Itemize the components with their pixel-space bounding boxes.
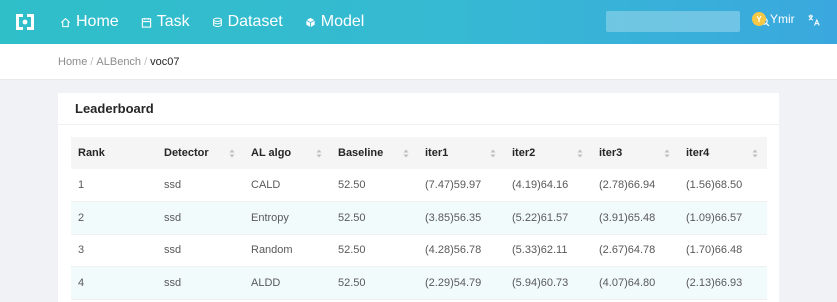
breadcrumb-separator: / <box>144 55 148 68</box>
cell-rank: 2 <box>71 201 157 235</box>
cell-detector: ssd <box>157 201 244 235</box>
cell-iter1: (3.85)56.35 <box>418 201 505 235</box>
nav-model[interactable]: Model <box>305 13 365 31</box>
sort-icon[interactable] <box>490 149 496 158</box>
top-navbar: Home Task Dataset Model Y Ymir <box>0 0 837 44</box>
user-menu[interactable]: Y Ymir <box>752 12 795 26</box>
nav-task[interactable]: Task <box>141 13 190 31</box>
nav-dataset[interactable]: Dataset <box>212 13 283 31</box>
column-header-detector[interactable]: Detector <box>157 137 244 169</box>
column-header-iter1[interactable]: iter1 <box>418 137 505 169</box>
cell-iter2: (5.94)60.73 <box>505 266 592 300</box>
sort-icon[interactable] <box>316 149 322 158</box>
search-input[interactable] <box>606 11 760 32</box>
language-switch-icon[interactable] <box>807 13 821 27</box>
cell-al-algo: Entropy <box>244 201 331 235</box>
main-nav: Home Task Dataset Model <box>60 0 364 44</box>
nav-home-label: Home <box>76 13 119 30</box>
column-header-iter3[interactable]: iter3 <box>592 137 679 169</box>
table-row: 4 ssd ALDD 52.50 (2.29)54.79 (5.94)60.73… <box>71 266 767 300</box>
table-row: 2 ssd Entropy 52.50 (3.85)56.35 (5.22)61… <box>71 201 767 235</box>
cell-iter3: (4.07)64.80 <box>592 266 679 300</box>
cell-rank: 3 <box>71 234 157 267</box>
breadcrumb-albench[interactable]: ALBench <box>96 56 141 68</box>
breadcrumb-current: voc07 <box>150 55 180 68</box>
cell-iter2: (5.22)61.57 <box>505 201 592 235</box>
breadcrumb: Home / ALBench / voc07 <box>0 44 837 80</box>
table-row: 1 ssd CALD 52.50 (7.47)59.97 (4.19)64.16… <box>71 169 767 202</box>
cell-iter1: (7.47)59.97 <box>418 169 505 202</box>
cell-rank: 1 <box>71 169 157 202</box>
task-icon <box>141 17 151 28</box>
sort-icon[interactable] <box>403 149 409 158</box>
cell-detector: ssd <box>157 234 244 267</box>
cell-iter4: (1.56)68.50 <box>679 169 767 202</box>
cell-iter1: (2.29)54.79 <box>418 266 505 300</box>
leaderboard-table: Rank Detector AL algo Baseline iter1 ite… <box>71 137 767 300</box>
sort-icon[interactable] <box>752 149 758 158</box>
column-header-al-algo[interactable]: AL algo <box>244 137 331 169</box>
dataset-icon <box>212 17 222 27</box>
cell-al-algo: CALD <box>244 169 331 202</box>
cell-al-algo: Random <box>244 234 331 267</box>
sort-icon[interactable] <box>229 149 235 158</box>
cell-iter4: (1.70)66.48 <box>679 234 767 267</box>
cell-al-algo: ALDD <box>244 266 331 300</box>
cell-iter3: (2.78)66.94 <box>592 169 679 202</box>
breadcrumb-separator: / <box>90 55 94 68</box>
cell-baseline: 52.50 <box>331 201 418 235</box>
cell-iter3: (2.67)64.78 <box>592 234 679 267</box>
cell-iter4: (1.09)66.57 <box>679 201 767 235</box>
table-row: 3 ssd Random 52.50 (4.28)56.78 (5.33)62.… <box>71 234 767 267</box>
column-header-iter2[interactable]: iter2 <box>505 137 592 169</box>
nav-dataset-label: Dataset <box>227 13 283 30</box>
cell-rank: 4 <box>71 266 157 300</box>
app-logo-icon[interactable] <box>14 11 36 33</box>
cell-iter1: (4.28)56.78 <box>418 234 505 267</box>
nav-model-label: Model <box>320 13 365 30</box>
model-icon <box>305 17 315 27</box>
breadcrumb-home[interactable]: Home <box>58 56 87 68</box>
table-header-row: Rank Detector AL algo Baseline iter1 ite… <box>71 137 767 169</box>
cell-iter2: (4.19)64.16 <box>505 169 592 202</box>
column-header-iter4[interactable]: iter4 <box>679 137 767 169</box>
sort-icon[interactable] <box>577 149 583 158</box>
leaderboard-title: Leaderboard <box>58 93 779 125</box>
cell-baseline: 52.50 <box>331 169 418 202</box>
column-header-rank: Rank <box>71 137 157 169</box>
cell-detector: ssd <box>157 169 244 202</box>
leaderboard-card: Leaderboard Rank Detector AL algo Baseli… <box>58 93 779 302</box>
home-icon <box>60 17 71 27</box>
cell-iter4: (2.13)66.93 <box>679 266 767 300</box>
column-header-baseline[interactable]: Baseline <box>331 137 418 169</box>
cell-baseline: 52.50 <box>331 266 418 300</box>
cell-detector: ssd <box>157 266 244 300</box>
user-name: Ymir <box>770 12 795 26</box>
nav-home[interactable]: Home <box>60 13 119 31</box>
search-box <box>606 11 770 32</box>
cell-iter2: (5.33)62.11 <box>505 234 592 267</box>
cell-baseline: 52.50 <box>331 234 418 267</box>
sort-icon[interactable] <box>664 149 670 158</box>
cell-iter3: (3.91)65.48 <box>592 201 679 235</box>
nav-task-label: Task <box>156 13 190 30</box>
avatar: Y <box>752 12 766 26</box>
